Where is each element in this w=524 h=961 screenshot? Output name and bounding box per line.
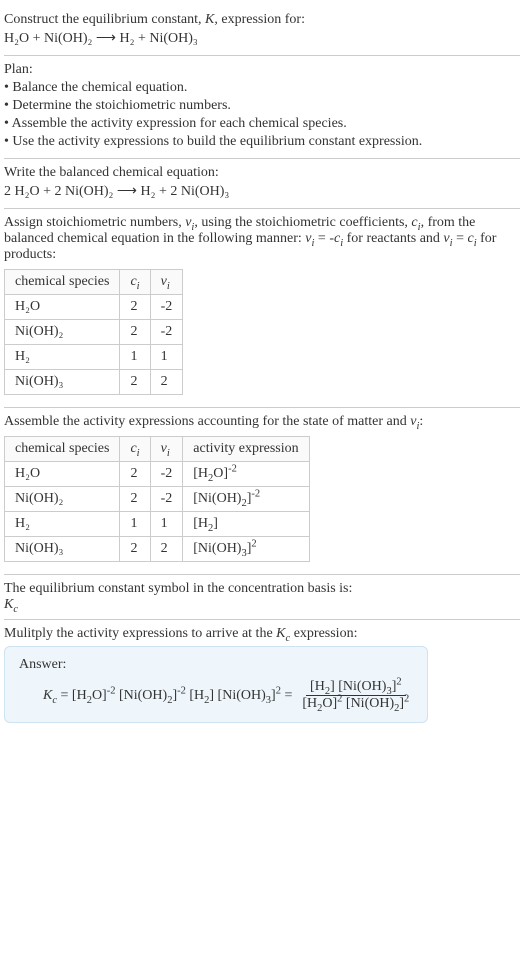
prompt-equation: H₂O + Ni(OH)₂ ⟶ H₂ + Ni(OH)₃ [4, 30, 520, 47]
cell-species: Ni(OH)₂ [5, 487, 120, 512]
kc-fraction: [H2] [Ni(OH)3]2 [H2O]2 [Ni(OH)2]2 [298, 679, 413, 712]
stoich-table: chemical species ci νi H₂O 2 -2 Ni(OH)₂ … [4, 269, 183, 395]
cell-species: Ni(OH)₂ [5, 320, 120, 345]
cell-species: H₂ [5, 512, 120, 537]
activity-intro: Assemble the activity expressions accoun… [4, 414, 520, 430]
activity-table: chemical species ci νi activity expressi… [4, 436, 310, 562]
cell-expr: [H2] [183, 512, 309, 537]
cell-expr: [H2O]-2 [183, 462, 309, 487]
cell-vi: -2 [150, 487, 183, 512]
cell-ci: 2 [120, 537, 150, 562]
cell-ci: 2 [120, 462, 150, 487]
col-vi: νi [150, 270, 183, 295]
plan-item: • Assemble the activity expression for e… [4, 116, 520, 132]
fraction-denominator: [H2O]2 [Ni(OH)2]2 [298, 696, 413, 712]
table-row: H₂O 2 -2 [5, 295, 183, 320]
table-header-row: chemical species ci νi [5, 270, 183, 295]
cell-vi: 1 [150, 512, 183, 537]
cell-vi: -2 [150, 295, 183, 320]
plan-item: • Use the activity expressions to build … [4, 134, 520, 150]
balanced-section: Write the balanced chemical equation: 2 … [4, 159, 520, 208]
cell-species: H₂ [5, 345, 120, 370]
col-species: chemical species [5, 270, 120, 295]
balanced-heading: Write the balanced chemical equation: [4, 165, 520, 181]
col-ci: ci [120, 270, 150, 295]
cell-species: H₂O [5, 462, 120, 487]
col-ci: ci [120, 437, 150, 462]
stoich-intro: Assign stoichiometric numbers, νi, using… [4, 215, 520, 263]
symbol-section: The equilibrium constant symbol in the c… [4, 575, 520, 619]
prompt-text: Construct the equilibrium constant, K, e… [4, 12, 520, 28]
col-expr: activity expression [183, 437, 309, 462]
plan-heading: Plan: [4, 62, 520, 78]
activity-section: Assemble the activity expressions accoun… [4, 408, 520, 574]
fraction-numerator: [H2] [Ni(OH)3]2 [306, 679, 406, 696]
cell-vi: 2 [150, 370, 183, 395]
table-row: H₂ 1 1 [5, 345, 183, 370]
cell-expr: [Ni(OH)2]-2 [183, 487, 309, 512]
cell-ci: 2 [120, 295, 150, 320]
table-row: Ni(OH)₂ 2 -2 [Ni(OH)2]-2 [5, 487, 310, 512]
table-row: H₂O 2 -2 [H2O]-2 [5, 462, 310, 487]
answer-label: Answer: [19, 657, 413, 673]
kc-lhs: Kc = [H2O]-2 [Ni(OH)2]-2 [H2] [Ni(OH)3]2… [43, 688, 292, 704]
cell-species: Ni(OH)₃ [5, 370, 120, 395]
multiply-heading: Mulitply the activity expressions to arr… [4, 626, 520, 642]
multiply-section: Mulitply the activity expressions to arr… [4, 620, 520, 729]
cell-expr: [Ni(OH)3]2 [183, 537, 309, 562]
table-row: Ni(OH)₃ 2 2 [5, 370, 183, 395]
table-row: Ni(OH)₂ 2 -2 [5, 320, 183, 345]
table-header-row: chemical species ci νi activity expressi… [5, 437, 310, 462]
cell-ci: 2 [120, 320, 150, 345]
plan-item: • Determine the stoichiometric numbers. [4, 98, 520, 114]
cell-vi: 2 [150, 537, 183, 562]
cell-ci: 2 [120, 370, 150, 395]
cell-vi: -2 [150, 320, 183, 345]
prompt-section: Construct the equilibrium constant, K, e… [4, 4, 520, 55]
cell-ci: 1 [120, 512, 150, 537]
cell-vi: -2 [150, 462, 183, 487]
cell-species: Ni(OH)₃ [5, 537, 120, 562]
col-vi: νi [150, 437, 183, 462]
balanced-equation: 2 H₂O + 2 Ni(OH)₂ ⟶ H₂ + 2 Ni(OH)₃ [4, 183, 520, 200]
answer-box: Answer: Kc = [H2O]-2 [Ni(OH)2]-2 [H2] [N… [4, 646, 428, 723]
stoich-section: Assign stoichiometric numbers, νi, using… [4, 209, 520, 407]
table-row: Ni(OH)₃ 2 2 [Ni(OH)3]2 [5, 537, 310, 562]
table-row: H₂ 1 1 [H2] [5, 512, 310, 537]
cell-ci: 1 [120, 345, 150, 370]
plan-item: • Balance the chemical equation. [4, 80, 520, 96]
answer-equation: Kc = [H2O]-2 [Ni(OH)2]-2 [H2] [Ni(OH)3]2… [19, 679, 413, 712]
cell-ci: 2 [120, 487, 150, 512]
col-species: chemical species [5, 437, 120, 462]
cell-species: H₂O [5, 295, 120, 320]
symbol-line2: Kc [4, 597, 520, 613]
cell-vi: 1 [150, 345, 183, 370]
symbol-line1: The equilibrium constant symbol in the c… [4, 581, 520, 597]
plan-section: Plan: • Balance the chemical equation. •… [4, 56, 520, 158]
